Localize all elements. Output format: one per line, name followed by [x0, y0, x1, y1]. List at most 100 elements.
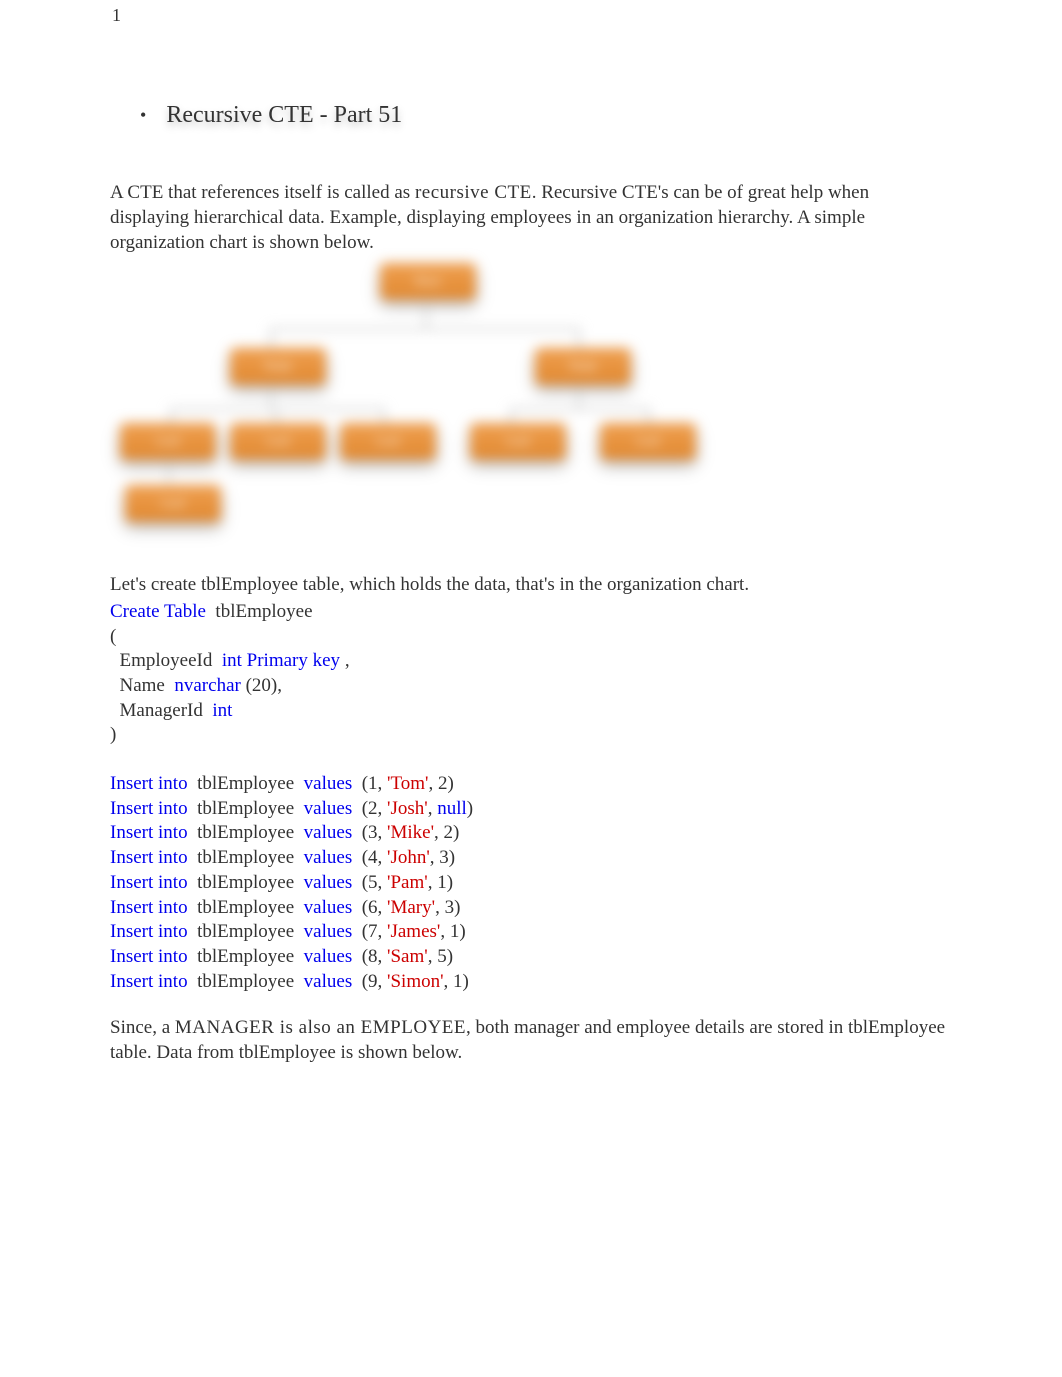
para-create: Let's create tblEmployee table, which ho…: [110, 573, 952, 598]
title-row: • Recursive CTE - Part 51: [140, 100, 952, 131]
chart-connector: [270, 328, 272, 348]
kw: Insert into: [110, 847, 188, 868]
kw: Insert into: [110, 921, 188, 942]
ident: ManagerId: [120, 700, 203, 721]
chart-connector: [270, 328, 580, 330]
kw: values: [304, 847, 353, 868]
sql-insert-block: Insert into tblEmployee values (1, 'Tom'…: [110, 772, 952, 994]
para-manager: Since, a MANAGER is also an EMPLOYEE, bo…: [110, 1016, 952, 1065]
org-chart-image: Root Node Node Leaf Leaf Leaf Leaf Leaf …: [110, 263, 710, 553]
intro-paragraph: A CTE that references itself is called a…: [110, 181, 952, 255]
chart-connector: [275, 408, 277, 423]
kw: nvarchar: [174, 675, 240, 696]
string-literal: 'Tom': [387, 773, 428, 794]
chart-connector: [425, 303, 427, 328]
kw: values: [304, 773, 353, 794]
ident: tblEmployee: [197, 897, 294, 918]
string-literal: 'Mike': [387, 822, 434, 843]
code-line: Create Table tblEmployee: [110, 600, 952, 625]
chart-node: Node: [230, 348, 326, 385]
code-line: Insert into tblEmployee values (7, 'Jame…: [110, 920, 952, 945]
chart-node: Leaf: [600, 423, 696, 460]
chart-connector: [170, 408, 385, 410]
kw: values: [304, 897, 353, 918]
ident: tblEmployee: [197, 921, 294, 942]
kw: null: [437, 798, 467, 819]
code-line: Insert into tblEmployee values (5, 'Pam'…: [110, 871, 952, 896]
kw: values: [304, 921, 353, 942]
chart-node: Node: [535, 348, 631, 385]
kw: int: [212, 700, 232, 721]
code-line: EmployeeId int Primary key ,: [110, 649, 952, 674]
chart-node: Leaf: [230, 423, 326, 460]
text-emph: recursive CTE: [415, 182, 532, 203]
text: A CTE that references itself is called a…: [110, 182, 415, 203]
sql-create-block: Create Table tblEmployee ( EmployeeId in…: [110, 600, 952, 748]
chart-connector: [510, 408, 512, 423]
chart-node: Leaf: [125, 485, 221, 522]
code-line: Insert into tblEmployee values (4, 'John…: [110, 846, 952, 871]
chart-connector: [578, 388, 580, 408]
page-title: Recursive CTE - Part 51: [166, 100, 402, 131]
kw: Create Table: [110, 601, 206, 622]
ident: tblEmployee: [197, 847, 294, 868]
chart-connector: [578, 328, 580, 348]
chart-node: Leaf: [120, 423, 216, 460]
string-literal: 'John': [387, 847, 430, 868]
code-line: Insert into tblEmployee values (3, 'Mike…: [110, 821, 952, 846]
ident: tblEmployee: [215, 601, 312, 622]
kw: Insert into: [110, 946, 188, 967]
chart-node: Root: [380, 263, 476, 300]
ident: EmployeeId: [120, 650, 213, 671]
ident: tblEmployee: [197, 872, 294, 893]
code-line: (: [110, 625, 952, 650]
chart-node: Leaf: [340, 423, 436, 460]
chart-connector: [648, 408, 650, 423]
chart-connector: [270, 388, 272, 408]
code-line: Insert into tblEmployee values (9, 'Simo…: [110, 970, 952, 995]
chart-connector: [170, 408, 172, 423]
kw: int Primary key: [222, 650, 340, 671]
kw: Insert into: [110, 822, 188, 843]
text: (20),: [246, 675, 282, 696]
ident: tblEmployee: [197, 822, 294, 843]
document-body: • Recursive CTE - Part 51 A CTE that ref…: [0, 0, 1062, 1114]
string-literal: 'Josh': [387, 798, 428, 819]
code-line: Insert into tblEmployee values (8, 'Sam'…: [110, 945, 952, 970]
string-literal: 'Sam': [387, 946, 428, 967]
code-line: Insert into tblEmployee values (2, 'Josh…: [110, 797, 952, 822]
ident: tblEmployee: [197, 946, 294, 967]
kw: values: [304, 946, 353, 967]
kw: Insert into: [110, 971, 188, 992]
text: Since, a: [110, 1017, 175, 1038]
ident: tblEmployee: [197, 971, 294, 992]
kw: values: [304, 822, 353, 843]
ident: tblEmployee: [197, 798, 294, 819]
text-emph: MANAGER is also an EMPLOYEE: [175, 1017, 466, 1038]
kw: Insert into: [110, 872, 188, 893]
kw: values: [304, 971, 353, 992]
string-literal: 'Simon': [387, 971, 443, 992]
code-line: ): [110, 723, 952, 748]
chart-connector: [510, 408, 650, 410]
code-line: Name nvarchar (20),: [110, 674, 952, 699]
kw: Insert into: [110, 897, 188, 918]
code-line: ManagerId int: [110, 699, 952, 724]
chart-connector: [383, 408, 385, 423]
string-literal: 'Mary': [387, 897, 435, 918]
kw: values: [304, 872, 353, 893]
chart-connector: [168, 463, 170, 483]
page-number: 1: [112, 4, 121, 27]
ident: Name: [120, 675, 165, 696]
code-line: Insert into tblEmployee values (1, 'Tom'…: [110, 772, 952, 797]
kw: values: [304, 798, 353, 819]
ident: tblEmployee: [197, 773, 294, 794]
string-literal: 'Pam': [387, 872, 428, 893]
string-literal: 'James': [387, 921, 440, 942]
code-line: Insert into tblEmployee values (6, 'Mary…: [110, 896, 952, 921]
bullet-icon: •: [140, 104, 146, 127]
kw: Insert into: [110, 798, 188, 819]
chart-node: Leaf: [470, 423, 566, 460]
text: ,: [345, 650, 350, 671]
kw: Insert into: [110, 773, 188, 794]
